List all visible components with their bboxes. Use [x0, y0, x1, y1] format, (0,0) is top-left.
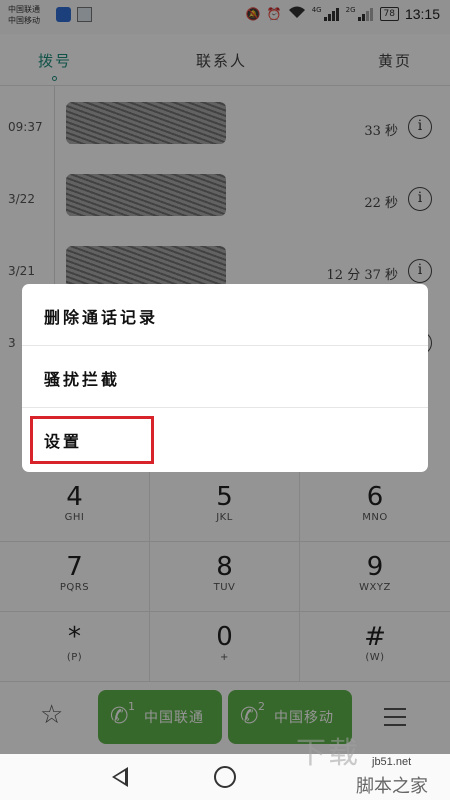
menu-item-harassment-block[interactable]: 骚扰拦截 — [22, 346, 428, 408]
menu-item-delete-call-log[interactable]: 删除通话记录 — [22, 284, 428, 346]
menu-item-label: 删除通话记录 — [44, 308, 159, 327]
watermark-url: jb51.net — [372, 756, 412, 768]
settings-highlight-box — [30, 416, 154, 464]
menu-item-label: 骚扰拦截 — [44, 370, 121, 389]
watermark-logo: 下载 — [296, 736, 360, 771]
watermark-site: 脚本之家 — [356, 776, 428, 797]
home-icon[interactable] — [214, 766, 236, 788]
options-menu: 删除通话记录 骚扰拦截 设置 — [22, 284, 428, 472]
back-icon[interactable] — [112, 767, 128, 787]
